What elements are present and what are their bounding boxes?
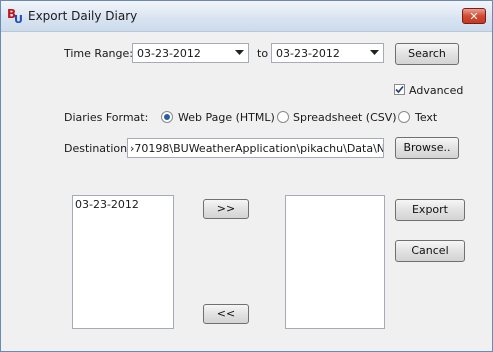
diaries-format-label: Diaries Format:: [64, 111, 149, 124]
browse-button[interactable]: Browse..: [395, 137, 459, 159]
search-button[interactable]: Search: [395, 43, 459, 65]
from-date-combo[interactable]: 03-23-2012: [132, 43, 249, 63]
export-dialog: B U Export Daily Diary ✕ Time Range: 03-…: [0, 0, 493, 352]
radio-csv-label[interactable]: Spreadsheet (CSV): [293, 111, 397, 124]
destination-value: ›70198\BUWeatherApplication\pikachu\Data…: [130, 142, 384, 155]
radio-text[interactable]: [398, 111, 410, 123]
list-item[interactable]: 03-23-2012: [75, 198, 139, 211]
radio-selected-dot: [164, 114, 170, 120]
destination-field[interactable]: ›70198\BUWeatherApplication\pikachu\Data…: [127, 138, 384, 158]
radio-html-label[interactable]: Web Page (HTML): [178, 111, 275, 124]
chevron-down-icon[interactable]: [230, 44, 248, 62]
destination-label: Destination:: [64, 142, 131, 155]
time-range-label: Time Range:: [64, 47, 133, 60]
radio-html[interactable]: [161, 111, 173, 123]
from-date-value: 03-23-2012: [137, 47, 201, 60]
app-logo-letter-u: U: [14, 13, 23, 26]
to-date-combo[interactable]: 03-23-2012: [271, 43, 384, 63]
chevron-down-icon[interactable]: [365, 44, 383, 62]
to-label: to: [257, 47, 269, 60]
available-dates-list[interactable]: 03-23-2012: [72, 195, 174, 329]
remove-button[interactable]: <<: [203, 304, 249, 324]
dialog-body: Time Range: 03-23-2012 to 03-23-2012 Sea…: [1, 32, 492, 351]
checkmark-icon: [395, 85, 404, 94]
selected-dates-list[interactable]: [285, 195, 385, 329]
radio-text-label[interactable]: Text: [415, 111, 437, 124]
title-bar: B U Export Daily Diary ✕: [1, 1, 492, 32]
to-date-value: 03-23-2012: [276, 47, 340, 60]
export-button[interactable]: Export: [395, 199, 465, 221]
add-button[interactable]: >>: [203, 199, 249, 219]
app-logo-icon: B U: [7, 7, 24, 26]
radio-csv[interactable]: [277, 111, 289, 123]
advanced-checkbox[interactable]: [394, 84, 405, 95]
close-button[interactable]: ✕: [462, 8, 486, 24]
window-title: Export Daily Diary: [28, 9, 138, 23]
cancel-button[interactable]: Cancel: [395, 240, 465, 262]
advanced-label: Advanced: [409, 84, 464, 97]
